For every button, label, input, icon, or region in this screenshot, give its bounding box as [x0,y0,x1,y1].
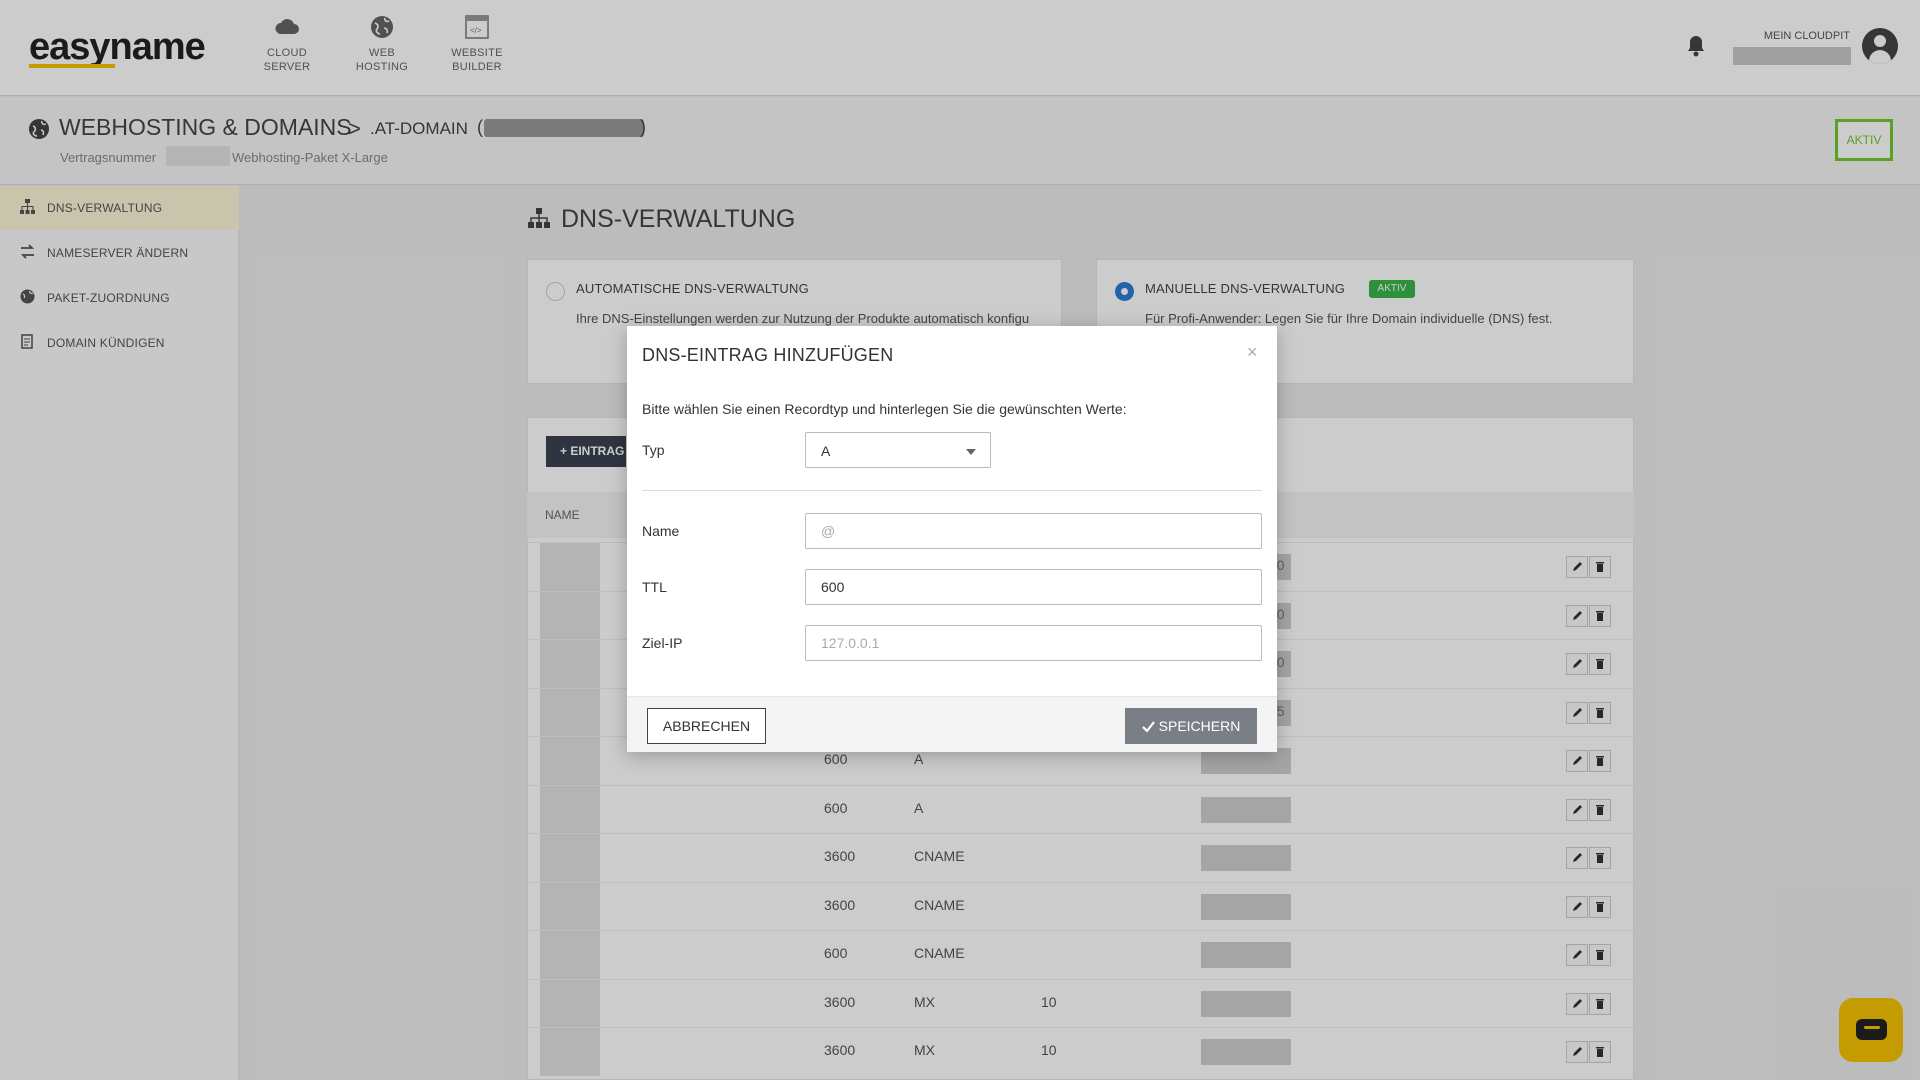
record-type-select[interactable]: A [805,432,991,468]
dialog-intro: Bitte wählen Sie einen Recordtyp und hin… [642,401,1127,417]
ttl-input[interactable] [805,569,1262,605]
dialog-title: DNS-EINTRAG HINZUFÜGEN [642,345,894,365]
close-icon[interactable]: × [1247,342,1258,363]
ttl-label: TTL [642,579,667,595]
divider [642,490,1262,491]
type-label: Typ [642,442,665,458]
save-button-label: SPEICHERN [1158,718,1241,734]
target-ip-input[interactable] [805,625,1262,661]
save-button[interactable]: SPEICHERN [1125,708,1257,744]
check-icon [1141,721,1155,733]
record-type-value: A [821,443,831,459]
chevron-down-icon [966,449,976,455]
add-dns-entry-dialog: DNS-EINTRAG HINZUFÜGEN × Bitte wählen Si… [627,326,1277,752]
cancel-button[interactable]: ABBRECHEN [647,708,766,744]
name-input[interactable] [805,513,1262,549]
target-ip-label: Ziel-IP [642,635,683,651]
dialog-footer: ABBRECHEN SPEICHERN [627,696,1277,752]
name-label: Name [642,523,680,539]
